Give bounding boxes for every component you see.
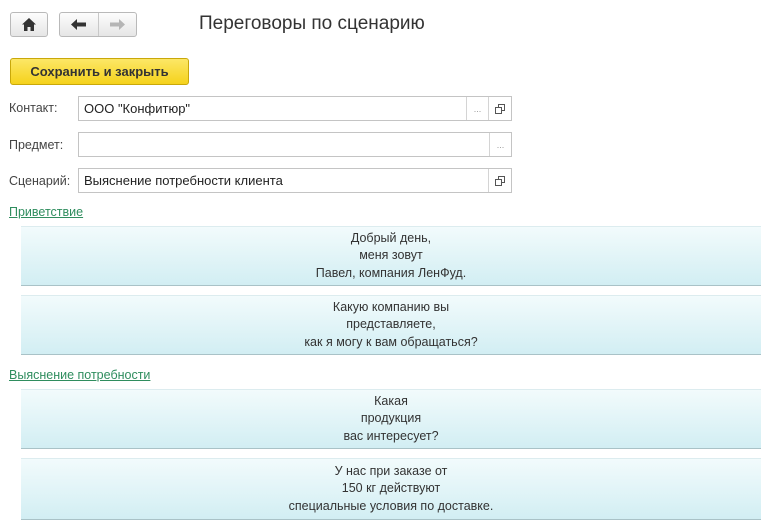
scenario-label: Сценарий: xyxy=(9,174,71,188)
phrase-button[interactable]: Какую компанию вы представляете, как я м… xyxy=(21,295,761,355)
subject-label: Предмет: xyxy=(9,138,64,152)
subject-field[interactable]: ... xyxy=(78,132,512,157)
save-and-close-button[interactable]: Сохранить и закрыть xyxy=(10,58,189,85)
arrow-right-icon xyxy=(109,19,125,30)
back-button[interactable] xyxy=(60,13,98,36)
page-title: Переговоры по сценарию xyxy=(199,13,425,34)
contact-field[interactable]: ООО "Конфитюр" ... xyxy=(78,96,512,121)
arrow-left-icon xyxy=(71,19,87,30)
scenario-field[interactable]: Выяснение потребности клиента xyxy=(78,168,512,193)
phrase-line: представляете, xyxy=(346,317,436,332)
phrase-line: как я могу к вам обращаться? xyxy=(304,334,478,349)
phrase-line: меня зовут xyxy=(359,248,423,263)
home-button[interactable] xyxy=(10,12,48,37)
contact-open-button[interactable] xyxy=(488,97,511,120)
subject-select-button[interactable]: ... xyxy=(489,133,511,156)
contact-value[interactable]: ООО "Конфитюр" xyxy=(79,97,466,120)
phrase-line: Какую компанию вы xyxy=(332,299,450,314)
open-window-icon xyxy=(495,103,505,114)
phrase-line: Какая xyxy=(374,393,408,408)
contact-label: Контакт: xyxy=(9,101,58,115)
scenario-open-button[interactable] xyxy=(488,169,511,192)
home-icon xyxy=(22,18,36,31)
section-link-greeting[interactable]: Приветствие xyxy=(9,205,83,219)
phrase-button[interactable]: Добрый день, меня зовут Павел, компания … xyxy=(21,226,761,286)
section-link-needs[interactable]: Выяснение потребности xyxy=(9,368,150,382)
phrase-line: Добрый день, xyxy=(350,230,432,245)
phrase-button[interactable]: У нас при заказе от 150 кг действуют спе… xyxy=(21,458,761,520)
navigation-group xyxy=(59,12,137,37)
subject-value[interactable] xyxy=(79,133,489,156)
contact-select-button[interactable]: ... xyxy=(466,97,488,120)
phrase-line: специальные условия по доставке. xyxy=(288,498,494,513)
phrase-line: продукция xyxy=(360,411,422,426)
scenario-value[interactable]: Выяснение потребности клиента xyxy=(79,169,488,192)
phrase-line: 150 кг действуют xyxy=(341,481,441,496)
open-window-icon xyxy=(495,175,505,186)
phrase-button[interactable]: Какая продукция вас интересует? xyxy=(21,389,761,449)
forward-button[interactable] xyxy=(97,13,137,36)
phrase-line: У нас при заказе от xyxy=(334,463,448,478)
phrase-line: Павел, компания ЛенФуд. xyxy=(315,265,467,280)
phrase-line: вас интересует? xyxy=(343,428,439,443)
